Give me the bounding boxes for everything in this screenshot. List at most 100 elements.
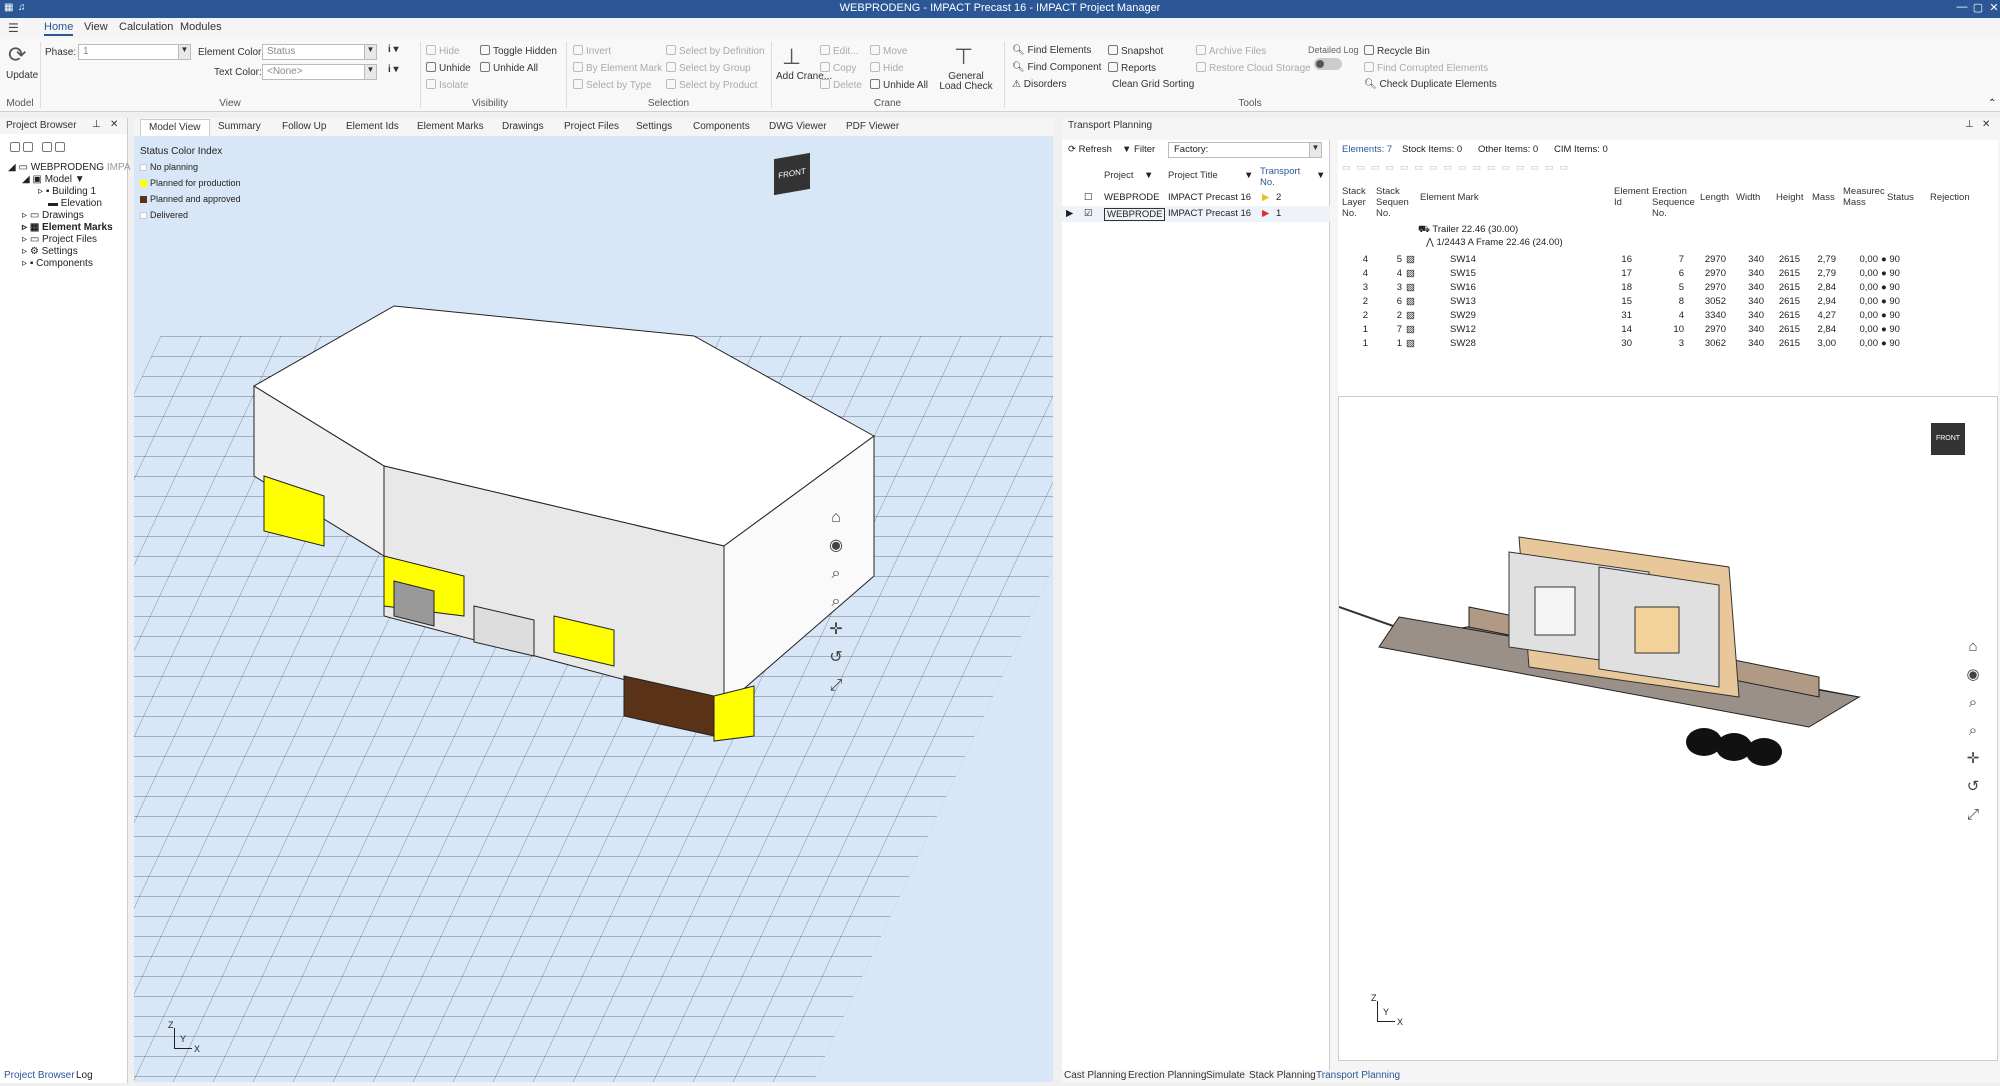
select-by-definition-button[interactable]: Select by Definition (666, 45, 765, 57)
info-icon[interactable]: i ▾ (388, 44, 399, 55)
view-cube-2[interactable]: FRONT (1925, 415, 1975, 465)
rotate-icon[interactable]: ↺ (1963, 773, 1983, 801)
select-by-type-button[interactable]: Select by Type (573, 79, 651, 91)
orbit-icon[interactable]: ◉ (826, 532, 846, 560)
crane-copy-button[interactable]: Copy (820, 62, 856, 74)
unhide-button[interactable]: Unhide (426, 62, 471, 74)
unhide-all-button[interactable]: Unhide All (480, 62, 538, 74)
filter-icon[interactable]: ▼ (1144, 170, 1153, 181)
fit-extents-icon[interactable]: ⤢ (826, 672, 846, 700)
tab-drawings[interactable]: Drawings (502, 121, 544, 132)
tab-modules[interactable]: Modules (180, 21, 222, 33)
model-view-3d[interactable]: FRONT ⌂ ◉ ⌕ ⌕ ✛ ↺ ⤢ Z X Y (134, 136, 1053, 1082)
refresh-button[interactable]: ⟳ Refresh (1068, 144, 1112, 155)
col-length[interactable]: Length (1700, 192, 1729, 203)
filter-icon[interactable]: ▼ (1244, 170, 1253, 181)
zoom-icon[interactable]: ⌕ (826, 588, 846, 616)
col-transport-no[interactable]: Transport No. (1260, 166, 1306, 188)
crane-edit-button[interactable]: Edit... (820, 45, 859, 57)
toggle-hidden-button[interactable]: Toggle Hidden (480, 45, 557, 57)
crane-delete-button[interactable]: Delete (820, 79, 862, 91)
element-row[interactable]: 4 4 SW15 17 6 2970 340 2615 2,79 0,00 ▧ ● 90 (1338, 267, 1978, 281)
tree-item-project[interactable]: ◢ ▭ WEBPRODENG IMPA (8, 162, 131, 173)
tab-stock-items[interactable]: Stock Items: 0 (1402, 144, 1462, 155)
element-row[interactable]: 2 6 SW13 15 8 3052 340 2615 2,94 0,00 ▧ ● 90 (1338, 295, 1978, 309)
col-element-mark[interactable]: Element Mark (1420, 192, 1479, 203)
fit-extents-icon[interactable]: ⤢ (1963, 801, 1983, 829)
tree-item-drawings[interactable]: ▹ ▭ Drawings (22, 210, 84, 221)
col-width[interactable]: Width (1736, 192, 1760, 203)
col-rejection[interactable]: Rejection (1930, 192, 1970, 203)
find-component-button[interactable]: 🔍︎ Find Component (1012, 62, 1101, 73)
tab-follow-up[interactable]: Follow Up (282, 121, 326, 132)
check-duplicate-button[interactable]: 🔍︎ Check Duplicate Elements (1364, 79, 1497, 90)
col-erection-sequence[interactable]: Erection Sequence No. (1652, 186, 1695, 219)
snapshot-button[interactable]: Snapshot (1108, 45, 1163, 57)
close-button[interactable]: ✕ (1984, 1, 2000, 14)
detailed-log-toggle[interactable] (1314, 58, 1342, 70)
info-icon-2[interactable]: i ▾ (388, 64, 399, 75)
update-button[interactable]: Update (6, 70, 38, 81)
col-mass[interactable]: Mass (1812, 192, 1835, 203)
isolate-button[interactable]: Isolate (426, 79, 468, 91)
element-row[interactable]: 1 1 SW28 30 3 3062 340 2615 3,00 0,00 ▧ ● 90 (1338, 337, 1978, 351)
col-height[interactable]: Height (1776, 192, 1803, 203)
tab-project-files[interactable]: Project Files (564, 121, 619, 132)
tab-simulate[interactable]: Simulate (1206, 1070, 1245, 1081)
tab-home[interactable]: Home (44, 21, 74, 36)
stack-3d-view[interactable]: FRONT ⌂ ◉ ⌕ ⌕ ✛ ↺ ⤢ Z X Y (1338, 396, 1998, 1061)
home-icon[interactable]: ⌂ (826, 504, 846, 532)
tab-calculation[interactable]: Calculation (119, 21, 173, 33)
col-element-id[interactable]: Element Id (1614, 186, 1649, 208)
tab-element-marks[interactable]: Element Marks (417, 121, 484, 132)
tab-transport-planning[interactable]: Transport Planning (1316, 1070, 1400, 1081)
col-status[interactable]: Status (1887, 192, 1914, 203)
trailer-row[interactable]: ⛟ Trailer 22.46 (30.00) (1418, 224, 1518, 236)
col-project-title[interactable]: Project Title (1168, 170, 1218, 181)
update-icon[interactable]: ⟳ (8, 42, 26, 68)
col-measured-mass[interactable]: Measurec Mass (1843, 186, 1885, 208)
tab-element-ids[interactable]: Element Ids (346, 121, 399, 132)
transport-row[interactable]: ☐ WEBPRODE IMPACT Precast 16 ▶ 2 (1062, 190, 1330, 206)
element-row[interactable]: 3 3 SW16 18 5 2970 340 2615 2,84 0,00 ▧ ● 90 (1338, 281, 1978, 295)
tab-cim-items[interactable]: CIM Items: 0 (1554, 144, 1608, 155)
rotate-icon[interactable]: ↺ (826, 644, 846, 672)
tab-other-items[interactable]: Other Items: 0 (1478, 144, 1538, 155)
hide-button[interactable]: Hide (426, 45, 460, 57)
tab-view[interactable]: View (84, 21, 108, 33)
tree-item-settings[interactable]: ▹ ⚙ Settings (22, 246, 78, 257)
factory-combo[interactable]: ▼ (1168, 142, 1322, 158)
pin-icon[interactable]: ⊥ (92, 119, 101, 130)
frame-row[interactable]: ⋀ 1/2443 A Frame 22.46 (24.00) (1426, 237, 1563, 248)
filter-button[interactable]: ▼ Filter (1122, 144, 1155, 155)
filter-icon[interactable]: ▼ (1316, 170, 1325, 181)
quick-access-icon[interactable]: ☰ (8, 21, 19, 35)
tab-pdf-viewer[interactable]: PDF Viewer (846, 121, 899, 132)
tab-elements[interactable]: Elements: 7 (1342, 144, 1392, 155)
orbit-icon[interactable]: ◉ (1963, 661, 1983, 689)
tab-dwg-viewer[interactable]: DWG Viewer (769, 121, 827, 132)
collapse-ribbon-icon[interactable]: ⌃ (1988, 98, 1996, 109)
close-icon[interactable]: ✕ (110, 119, 118, 130)
toolbar-icon-2[interactable] (23, 142, 33, 152)
transport-row[interactable]: ▶ ☑ WEBPRODE IMPACT Precast 16 ▶ 1 (1062, 206, 1330, 222)
tab-erection-planning[interactable]: Erection Planning (1128, 1070, 1206, 1081)
col-stack-sequence[interactable]: Stack Sequen No. (1376, 186, 1410, 219)
tree-item-building[interactable]: ▹ ▪ Building 1 (38, 186, 96, 197)
tree-item-project-files[interactable]: ▹ ▭ Project Files (22, 234, 97, 245)
col-project[interactable]: Project (1104, 170, 1134, 181)
tab-components[interactable]: Components (693, 121, 750, 132)
element-color-combo[interactable]: Status ▼ (262, 44, 377, 60)
table-toolbar[interactable]: ▭▭▭▭▭▭▭▭▭▭▭▭▭▭▭▭ (1342, 162, 1642, 176)
restore-cloud-storage-button[interactable]: Restore Cloud Storage (1196, 62, 1311, 74)
general-load-check-button[interactable]: General Load Check (936, 72, 996, 92)
find-elements-button[interactable]: 🔍︎ Find Elements (1012, 45, 1091, 56)
tab-settings[interactable]: Settings (636, 121, 672, 132)
element-row[interactable]: 2 2 SW29 31 4 3340 340 2615 4,27 0,00 ▧ ● 90 (1338, 309, 1978, 323)
zoom-window-icon[interactable]: ⌕ (1963, 689, 1983, 717)
view-cube[interactable]: FRONT (764, 148, 822, 206)
invert-button[interactable]: Invert (573, 45, 611, 57)
view-cube-front[interactable]: FRONT (774, 152, 810, 196)
clean-grid-sorting-button[interactable]: Clean Grid Sorting (1112, 79, 1194, 90)
home-icon[interactable]: ⌂ (1963, 633, 1983, 661)
